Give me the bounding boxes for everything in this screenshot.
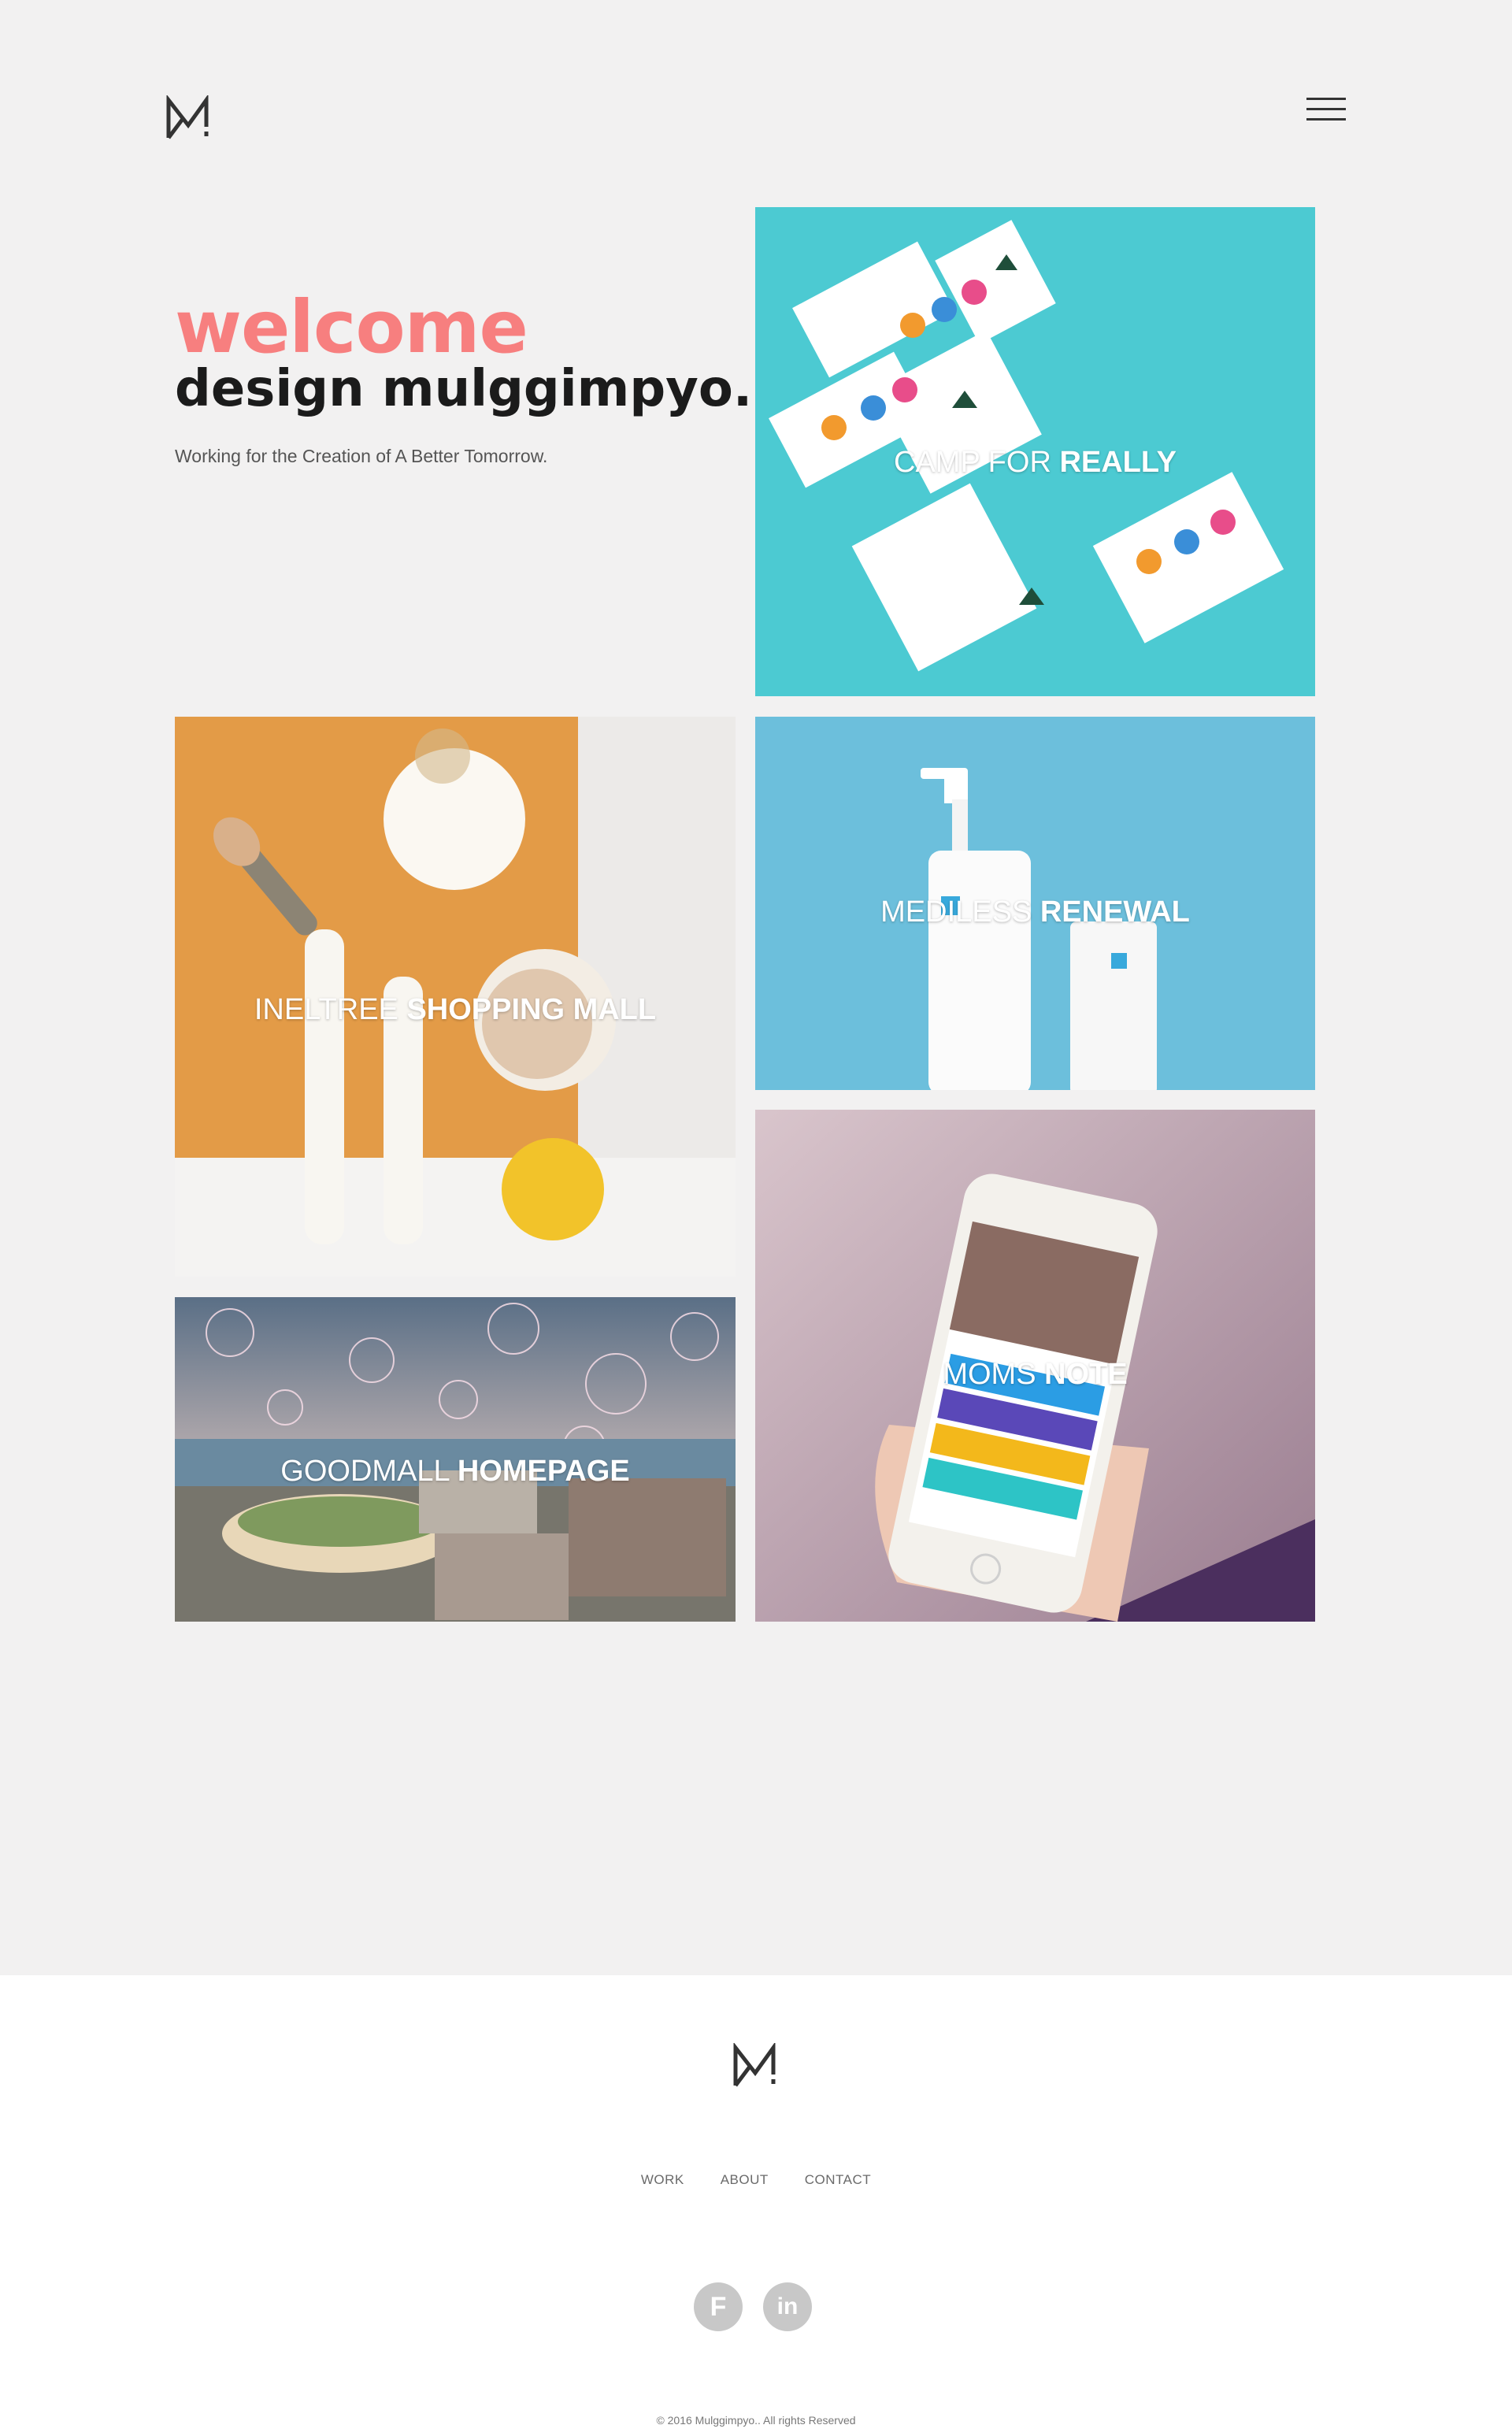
footer-nav: WORK ABOUT CONTACT bbox=[0, 2172, 1512, 2188]
tile-title: MEDILESS RENEWAL bbox=[755, 897, 1315, 927]
menu-button[interactable] bbox=[1306, 96, 1347, 123]
footer: WORK ABOUT CONTACT F in © 2016 Mulggimpy… bbox=[0, 1975, 1512, 2436]
tile-title-light: MOMS bbox=[943, 1358, 1045, 1391]
portfolio-tile-mediless-renewal[interactable]: MEDILESS RENEWAL bbox=[755, 717, 1315, 1090]
hero-title: design mulggimpyo. bbox=[175, 360, 753, 418]
portfolio-tile-goodmall-homepage[interactable]: GOODMALL HOMEPAGE bbox=[175, 1297, 736, 1622]
portfolio-tile-ineltree-shopping-mall[interactable]: INELTREE SHOPPING MALL bbox=[175, 717, 736, 1277]
tile-title: GOODMALL HOMEPAGE bbox=[175, 1456, 736, 1486]
footer-nav-contact[interactable]: CONTACT bbox=[805, 2172, 871, 2188]
tile-title-bold: RENEWAL bbox=[1040, 895, 1190, 929]
home-logo[interactable] bbox=[165, 94, 211, 141]
portfolio-tile-moms-note[interactable]: MOMS NOTE bbox=[755, 1110, 1315, 1622]
tile-title-bold: HOMEPAGE bbox=[457, 1455, 630, 1488]
tile-title: MOMS NOTE bbox=[755, 1359, 1315, 1389]
portfolio-tile-camp-for-really[interactable]: CAMP FOR REALLY bbox=[755, 207, 1315, 696]
tile-title-bold: NOTE bbox=[1044, 1358, 1128, 1391]
hero-subtitle: Working for the Creation of A Better Tom… bbox=[175, 446, 548, 466]
facebook-icon: F bbox=[710, 2292, 727, 2322]
tile-title-bold: SHOPPING MALL bbox=[406, 993, 657, 1026]
tile-title-bold: REALLY bbox=[1059, 446, 1177, 479]
copyright: © 2016 Mulggimpyo.. All rights Reserved bbox=[656, 2414, 856, 2427]
mulggimpyo-logo-icon bbox=[733, 2041, 776, 2087]
linkedin-icon: in bbox=[776, 2293, 799, 2319]
footer-nav-about[interactable]: ABOUT bbox=[721, 2172, 769, 2188]
linkedin-button[interactable]: in bbox=[763, 2282, 812, 2331]
tile-title-light: INELTREE bbox=[254, 993, 407, 1026]
tile-title-light: GOODMALL bbox=[280, 1455, 458, 1488]
footer-logo[interactable] bbox=[732, 2041, 778, 2089]
mulggimpyo-logo-icon bbox=[166, 94, 209, 139]
footer-nav-work[interactable]: WORK bbox=[641, 2172, 684, 2188]
tile-title-light: MEDILESS bbox=[880, 895, 1040, 929]
tile-title-light: CAMP FOR bbox=[894, 446, 1060, 479]
tile-title: INELTREE SHOPPING MALL bbox=[175, 995, 736, 1025]
tile-title: CAMP FOR REALLY bbox=[755, 447, 1315, 477]
facebook-button[interactable]: F bbox=[694, 2282, 743, 2331]
hero-welcome: welcome bbox=[175, 285, 528, 369]
